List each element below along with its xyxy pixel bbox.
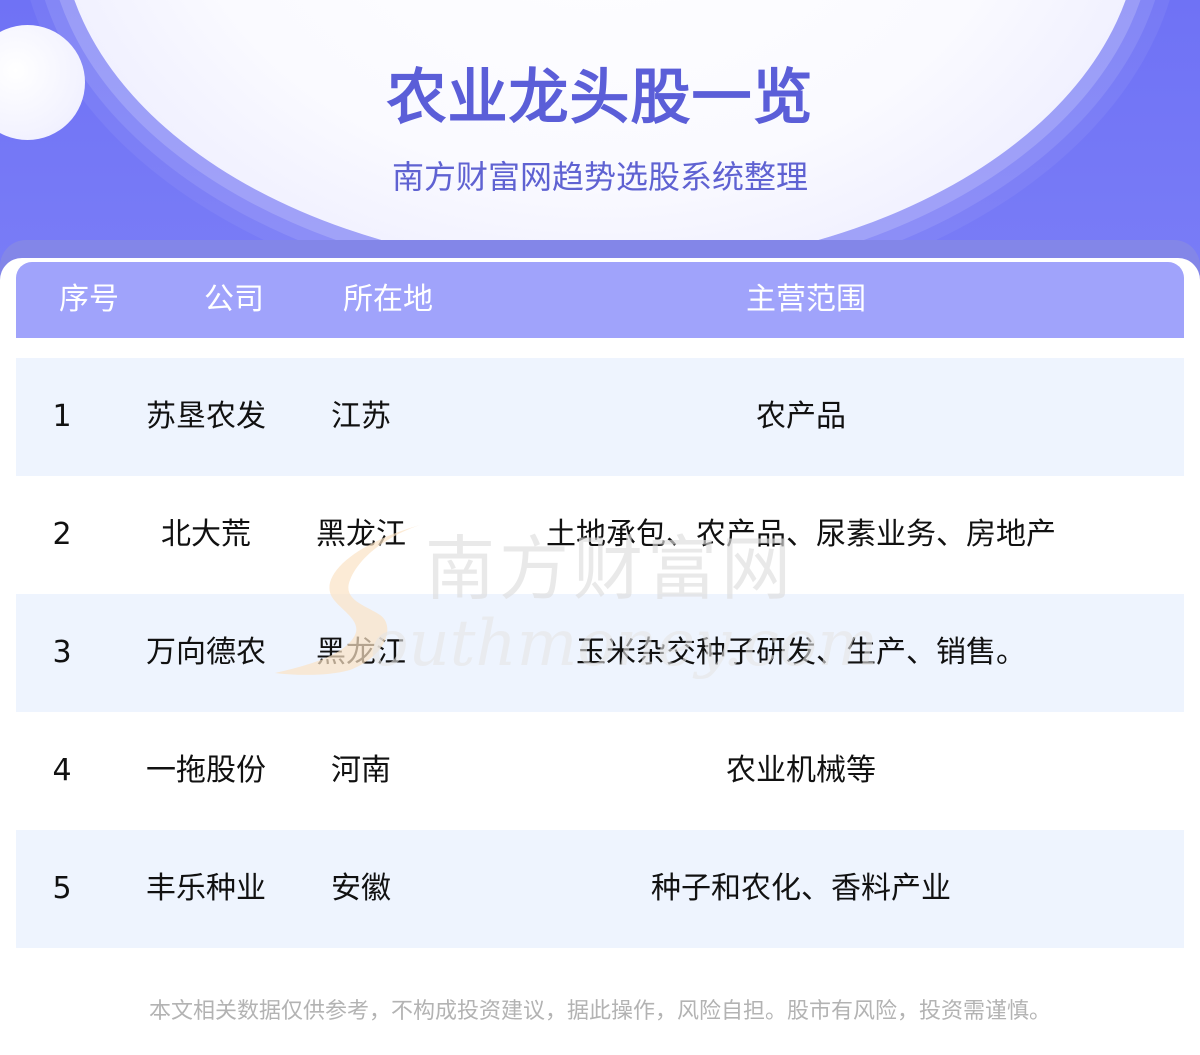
cell-index: 1: [52, 399, 72, 434]
table-row: 2 北大荒 黑龙江 土地承包、农产品、尿素业务、房地产: [16, 476, 1184, 594]
cell-business: 农产品: [756, 399, 846, 434]
cell-index: 3: [52, 635, 72, 670]
table-row: 4 一拖股份 河南 农业机械等: [16, 712, 1184, 830]
cell-location: 黑龙江: [316, 517, 406, 552]
cell-location: 安徽: [331, 871, 391, 906]
cell-business: 土地承包、农产品、尿素业务、房地产: [546, 517, 1056, 552]
cell-company: 苏垦农发: [146, 399, 266, 434]
header-banner: [0, 0, 1200, 290]
cell-company: 丰乐种业: [146, 871, 266, 906]
column-header-location: 所在地: [343, 282, 433, 317]
table-row: 5 丰乐种业 安徽 种子和农化、香料产业: [16, 830, 1184, 948]
column-header-index: 序号: [59, 282, 119, 317]
cell-location: 江苏: [331, 399, 391, 434]
column-header-business: 主营范围: [746, 282, 866, 317]
cell-location: 黑龙江: [316, 635, 406, 670]
disclaimer: 本文相关数据仅供参考，不构成投资建议，据此操作，风险自担。股市有风险，投资需谨慎…: [148, 999, 1051, 1024]
column-header-company: 公司: [204, 282, 264, 317]
cell-index: 5: [52, 871, 72, 906]
cell-location: 河南: [331, 753, 391, 788]
cell-index: 4: [52, 753, 72, 788]
cell-business: 农业机械等: [726, 753, 876, 788]
page-subtitle: 南方财富网趋势选股系统整理: [391, 158, 808, 196]
page-title: 农业龙头股一览: [386, 63, 814, 133]
cell-company: 一拖股份: [146, 753, 266, 788]
cell-business: 玉米杂交种子研发、生产、销售。: [576, 635, 1026, 670]
table-header: 序号 公司 所在地 主营范围: [16, 262, 1184, 338]
cell-business: 种子和农化、香料产业: [651, 871, 951, 906]
table-row: 3 万向德农 黑龙江 玉米杂交种子研发、生产、销售。: [16, 594, 1184, 712]
cell-company: 北大荒: [161, 517, 251, 552]
cell-index: 2: [52, 517, 72, 552]
table-row: 1 苏垦农发 江苏 农产品: [16, 358, 1184, 476]
cell-company: 万向德农: [146, 635, 266, 670]
